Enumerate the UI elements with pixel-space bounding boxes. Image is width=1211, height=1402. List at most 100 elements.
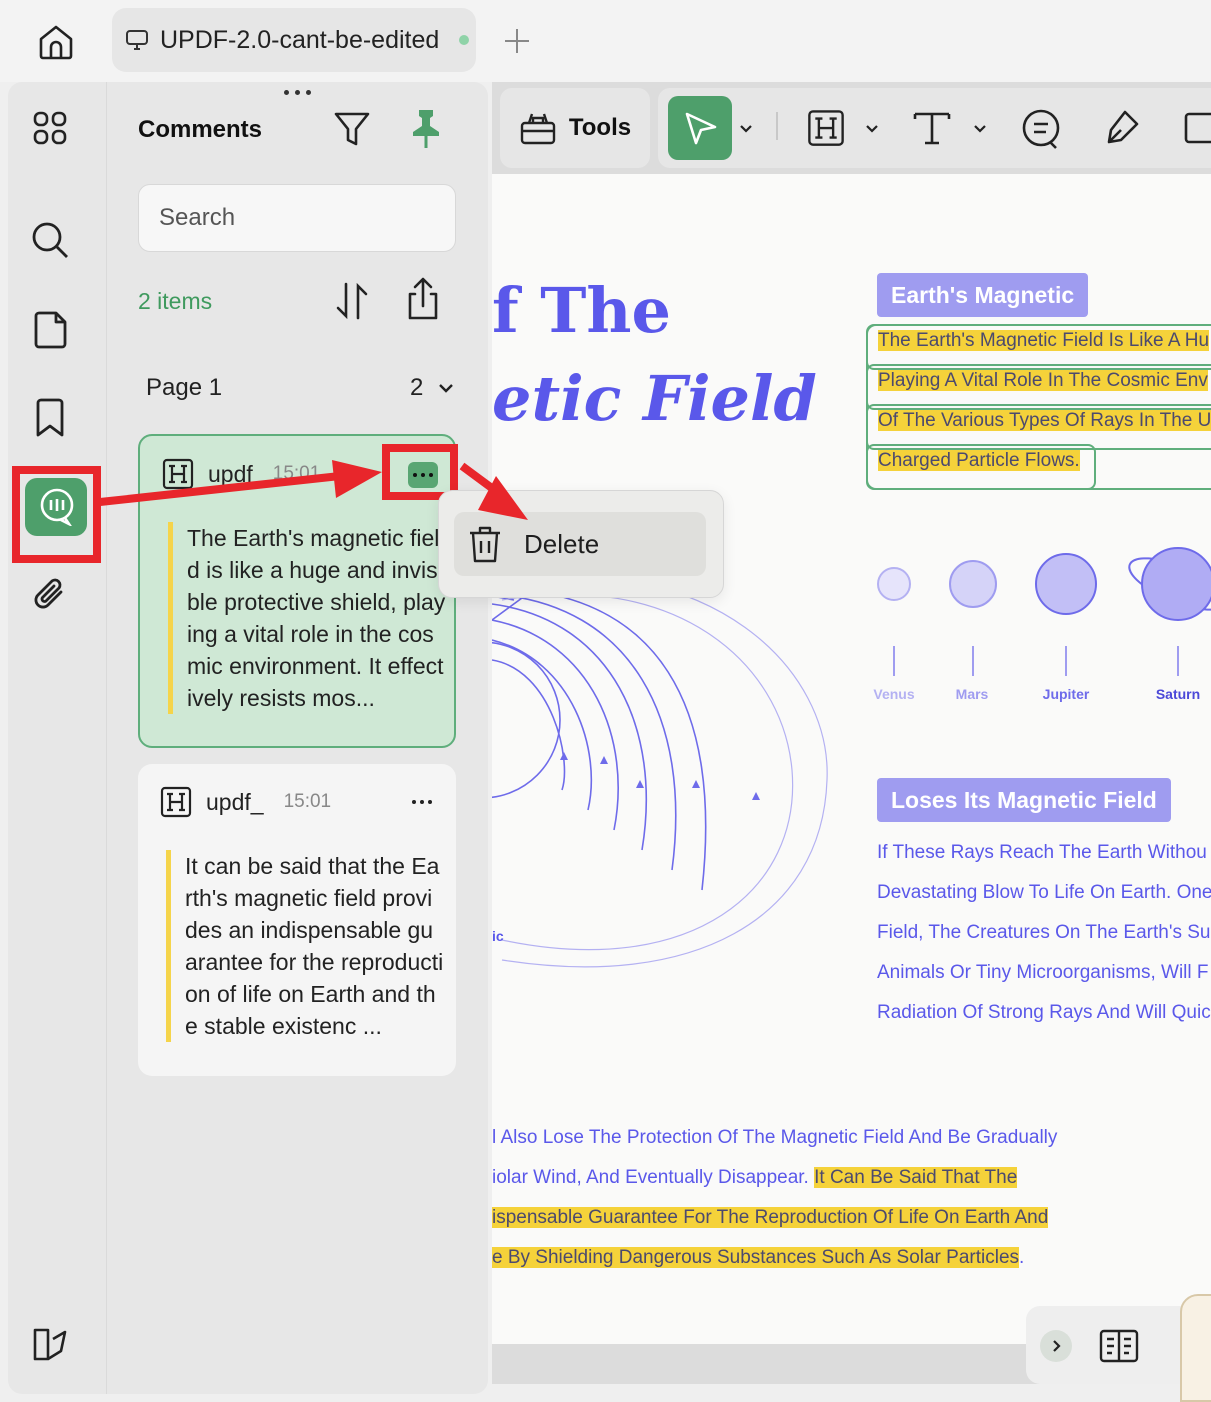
comment-time: 15:01 [272, 463, 321, 484]
toolbox-icon [520, 113, 556, 145]
tools-label: Tools [568, 114, 632, 141]
rail-thumbnails-button[interactable] [26, 104, 74, 152]
pencil-tool-button[interactable] [1100, 104, 1146, 150]
pencil-icon [1107, 110, 1139, 144]
filter-button[interactable] [332, 108, 372, 150]
planet-mars [949, 560, 997, 608]
comment-card[interactable]: updf_ 15:01 It can be said that the Eart… [138, 764, 456, 1076]
document-tab[interactable]: UPDF-2.0-cant-be-edited [112, 8, 476, 72]
highlight-text: Charged Particle Flows. [878, 450, 1080, 471]
filter-icon [334, 112, 370, 146]
delete-label: Delete [524, 528, 600, 559]
pin-panel-button[interactable] [406, 108, 446, 150]
body-text-line: If These Rays Reach The Earth Withou [877, 842, 1207, 863]
body-text-line: Devastating Blow To Life On Earth. One [877, 882, 1211, 903]
shape-tool-button[interactable] [1180, 108, 1211, 148]
page-icon [34, 311, 67, 349]
planet-label: Jupiter [1042, 686, 1090, 702]
highlight-text: Of The Various Types Of Rays In The U [878, 410, 1211, 431]
plus-icon [505, 29, 529, 53]
comment-tool-button[interactable] [1018, 106, 1064, 152]
panel-title: Comments [138, 116, 263, 143]
trash-icon [470, 526, 500, 563]
toolbar-separator [776, 112, 778, 140]
comment-author: updf_ [206, 788, 264, 815]
document-tab-title: UPDF-2.0-cant-be-edited [160, 25, 440, 54]
add-tab-button[interactable] [500, 22, 534, 60]
footer-highlight[interactable]: It Can Be Said That The [814, 1167, 1018, 1188]
body-text-line: Field, The Creatures On The Earth's Su [877, 922, 1211, 943]
comment-more-button[interactable] [406, 788, 438, 816]
comment-text: The Earth's magnetic field is like a hug… [168, 522, 446, 714]
document-title-line1: f The [492, 274, 671, 347]
magnetic-field-diagram [492, 574, 828, 968]
comment-time: 15:01 [283, 791, 332, 812]
chevron-down-icon [866, 125, 878, 133]
section-heading-magnetic: Earth's Magnetic [877, 273, 1089, 317]
select-tool-dropdown[interactable] [734, 116, 758, 140]
planet-jupiter [1035, 553, 1097, 615]
highlight-h-icon [808, 110, 844, 146]
planet-label: Venus [873, 686, 915, 702]
square-icon [1184, 112, 1211, 144]
monitor-icon [126, 30, 148, 50]
body-text-line: Radiation Of Strong Rays And Will Quic [877, 1002, 1211, 1023]
page-group-toggle[interactable] [436, 378, 456, 398]
chevron-right-icon [1053, 1340, 1061, 1352]
grid-icon [33, 111, 67, 145]
comment-card-header: updf_ 15:01 [160, 786, 331, 818]
comment-bubble-icon [1022, 109, 1060, 149]
select-tool-button[interactable] [668, 96, 732, 160]
home-button[interactable] [28, 14, 84, 70]
diagram-label-fragment: ic [492, 928, 504, 944]
highlight-h-icon [162, 458, 194, 490]
highlight-row[interactable]: Charged Particle Flows. [866, 444, 1096, 490]
delete-menu-item[interactable]: Delete [454, 512, 706, 576]
text-tool-button[interactable] [910, 106, 954, 150]
highlight-tool-dropdown[interactable] [860, 116, 884, 140]
planets-illustration [877, 547, 1211, 676]
items-count: 2 items [138, 288, 213, 314]
rail-bookmarks-button[interactable] [26, 394, 74, 442]
panel-drag-handle[interactable] [280, 86, 314, 98]
page-group-label: Page 1 [146, 374, 223, 401]
expand-controls-button[interactable] [1040, 1330, 1072, 1362]
footer-text-line: ispensable Guarantee For The Reproductio… [492, 1207, 1049, 1229]
home-icon [39, 25, 73, 60]
rail-search-button[interactable] [26, 216, 74, 264]
planet-label: Saturn [1155, 686, 1201, 702]
chevron-down-icon [974, 125, 986, 133]
footer-highlight[interactable]: e By Shielding Dangerous Substances Such… [492, 1247, 1020, 1268]
text-tool-dropdown[interactable] [968, 116, 992, 140]
section-heading-loses: Loses Its Magnetic Field [877, 778, 1171, 822]
book-open-icon [33, 1328, 67, 1361]
rail-reader-mode-button[interactable] [26, 1320, 74, 1368]
footer-text-plain: iolar Wind, And Eventually Disappear. [492, 1167, 815, 1188]
highlight-text: The Earth's Magnetic Field Is Like A Hu [878, 330, 1210, 351]
share-icon [408, 277, 438, 320]
sort-icon [336, 282, 368, 320]
comment-card-header: updf 15:01 [162, 458, 320, 490]
footer-text-plain: . [1019, 1247, 1025, 1268]
chevron-down-icon [439, 384, 453, 393]
two-page-icon [1099, 1329, 1139, 1363]
export-comments-button[interactable] [402, 276, 444, 322]
footer-highlight[interactable]: ispensable Guarantee For The Reproductio… [492, 1207, 1049, 1228]
highlight-tool-button[interactable] [804, 106, 848, 150]
planet-saturn [1141, 547, 1211, 621]
rail-pages-button[interactable] [26, 306, 74, 354]
rail-attachments-button[interactable] [26, 570, 74, 618]
highlight-text: Playing A Vital Role In The Cosmic Env [878, 370, 1208, 391]
page-layout-button[interactable] [1098, 1326, 1140, 1366]
body-text-line: Animals Or Tiny Microorganisms, Will F [877, 962, 1209, 983]
planet-label: Mars [955, 686, 989, 702]
comments-search-input[interactable] [138, 184, 456, 252]
bookmark-icon [36, 398, 64, 437]
notes-card-edge[interactable] [1180, 1294, 1211, 1402]
cursor-icon [685, 112, 717, 145]
paperclip-icon [34, 578, 63, 609]
footer-text-line: l Also Lose The Protection Of The Magnet… [492, 1127, 1058, 1148]
pin-icon [413, 110, 439, 148]
tools-button[interactable]: Tools [500, 88, 650, 168]
sort-button[interactable] [332, 280, 372, 322]
